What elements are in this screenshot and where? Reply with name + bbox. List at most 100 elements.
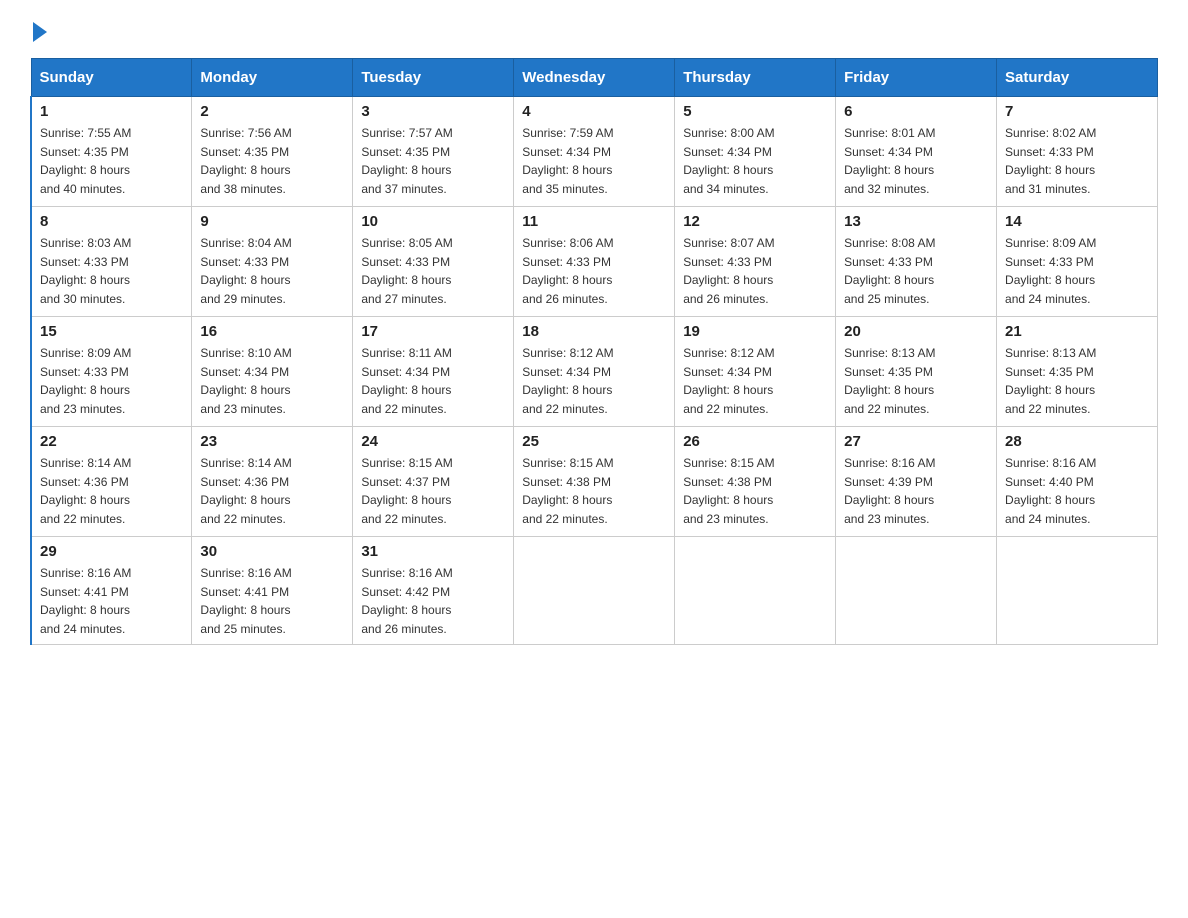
day-info: Sunrise: 8:16 AM Sunset: 4:40 PM Dayligh…: [1005, 454, 1149, 528]
calendar-cell: 31 Sunrise: 8:16 AM Sunset: 4:42 PM Dayl…: [353, 537, 514, 645]
day-number: 13: [844, 213, 988, 230]
calendar-cell: 21 Sunrise: 8:13 AM Sunset: 4:35 PM Dayl…: [997, 317, 1158, 427]
calendar-week-row: 15 Sunrise: 8:09 AM Sunset: 4:33 PM Dayl…: [31, 317, 1158, 427]
day-info: Sunrise: 8:03 AM Sunset: 4:33 PM Dayligh…: [40, 234, 183, 308]
day-number: 3: [361, 103, 505, 120]
calendar-cell: 23 Sunrise: 8:14 AM Sunset: 4:36 PM Dayl…: [192, 427, 353, 537]
day-info: Sunrise: 8:06 AM Sunset: 4:33 PM Dayligh…: [522, 234, 666, 308]
calendar-cell: 17 Sunrise: 8:11 AM Sunset: 4:34 PM Dayl…: [353, 317, 514, 427]
day-number: 10: [361, 213, 505, 230]
day-number: 15: [40, 323, 183, 340]
calendar-week-row: 8 Sunrise: 8:03 AM Sunset: 4:33 PM Dayli…: [31, 207, 1158, 317]
logo: [30, 20, 47, 40]
calendar-cell: 28 Sunrise: 8:16 AM Sunset: 4:40 PM Dayl…: [997, 427, 1158, 537]
calendar-week-row: 1 Sunrise: 7:55 AM Sunset: 4:35 PM Dayli…: [31, 97, 1158, 207]
calendar-cell: 25 Sunrise: 8:15 AM Sunset: 4:38 PM Dayl…: [514, 427, 675, 537]
day-number: 20: [844, 323, 988, 340]
day-number: 19: [683, 323, 827, 340]
calendar-cell: 10 Sunrise: 8:05 AM Sunset: 4:33 PM Dayl…: [353, 207, 514, 317]
day-info: Sunrise: 7:55 AM Sunset: 4:35 PM Dayligh…: [40, 124, 183, 198]
logo-arrow-icon: [33, 22, 47, 42]
calendar-cell: 20 Sunrise: 8:13 AM Sunset: 4:35 PM Dayl…: [836, 317, 997, 427]
day-info: Sunrise: 8:07 AM Sunset: 4:33 PM Dayligh…: [683, 234, 827, 308]
calendar-header-monday: Monday: [192, 59, 353, 97]
calendar-header-sunday: Sunday: [31, 59, 192, 97]
day-number: 29: [40, 543, 183, 560]
day-number: 21: [1005, 323, 1149, 340]
day-info: Sunrise: 8:13 AM Sunset: 4:35 PM Dayligh…: [844, 344, 988, 418]
day-number: 25: [522, 433, 666, 450]
day-number: 17: [361, 323, 505, 340]
calendar-cell: [997, 537, 1158, 645]
calendar-header-thursday: Thursday: [675, 59, 836, 97]
calendar-cell: 30 Sunrise: 8:16 AM Sunset: 4:41 PM Dayl…: [192, 537, 353, 645]
calendar-cell: 27 Sunrise: 8:16 AM Sunset: 4:39 PM Dayl…: [836, 427, 997, 537]
calendar-header-friday: Friday: [836, 59, 997, 97]
day-number: 5: [683, 103, 827, 120]
day-info: Sunrise: 8:02 AM Sunset: 4:33 PM Dayligh…: [1005, 124, 1149, 198]
day-number: 6: [844, 103, 988, 120]
calendar-cell: [675, 537, 836, 645]
calendar-cell: [514, 537, 675, 645]
calendar-cell: 8 Sunrise: 8:03 AM Sunset: 4:33 PM Dayli…: [31, 207, 192, 317]
calendar-header-saturday: Saturday: [997, 59, 1158, 97]
day-info: Sunrise: 7:56 AM Sunset: 4:35 PM Dayligh…: [200, 124, 344, 198]
calendar-cell: 13 Sunrise: 8:08 AM Sunset: 4:33 PM Dayl…: [836, 207, 997, 317]
calendar-cell: 14 Sunrise: 8:09 AM Sunset: 4:33 PM Dayl…: [997, 207, 1158, 317]
day-number: 23: [200, 433, 344, 450]
day-info: Sunrise: 8:15 AM Sunset: 4:38 PM Dayligh…: [522, 454, 666, 528]
day-number: 11: [522, 213, 666, 230]
calendar-week-row: 22 Sunrise: 8:14 AM Sunset: 4:36 PM Dayl…: [31, 427, 1158, 537]
calendar-cell: 7 Sunrise: 8:02 AM Sunset: 4:33 PM Dayli…: [997, 97, 1158, 207]
day-info: Sunrise: 8:16 AM Sunset: 4:42 PM Dayligh…: [361, 564, 505, 638]
day-number: 8: [40, 213, 183, 230]
day-info: Sunrise: 8:13 AM Sunset: 4:35 PM Dayligh…: [1005, 344, 1149, 418]
day-info: Sunrise: 7:57 AM Sunset: 4:35 PM Dayligh…: [361, 124, 505, 198]
day-number: 12: [683, 213, 827, 230]
calendar-cell: 18 Sunrise: 8:12 AM Sunset: 4:34 PM Dayl…: [514, 317, 675, 427]
calendar-cell: 6 Sunrise: 8:01 AM Sunset: 4:34 PM Dayli…: [836, 97, 997, 207]
calendar-cell: 1 Sunrise: 7:55 AM Sunset: 4:35 PM Dayli…: [31, 97, 192, 207]
calendar-week-row: 29 Sunrise: 8:16 AM Sunset: 4:41 PM Dayl…: [31, 537, 1158, 645]
calendar-cell: 9 Sunrise: 8:04 AM Sunset: 4:33 PM Dayli…: [192, 207, 353, 317]
day-info: Sunrise: 8:16 AM Sunset: 4:41 PM Dayligh…: [200, 564, 344, 638]
day-info: Sunrise: 8:14 AM Sunset: 4:36 PM Dayligh…: [40, 454, 183, 528]
calendar-cell: 19 Sunrise: 8:12 AM Sunset: 4:34 PM Dayl…: [675, 317, 836, 427]
day-number: 16: [200, 323, 344, 340]
page-header: [30, 20, 1158, 40]
calendar-cell: 12 Sunrise: 8:07 AM Sunset: 4:33 PM Dayl…: [675, 207, 836, 317]
day-number: 27: [844, 433, 988, 450]
day-number: 22: [40, 433, 183, 450]
day-number: 1: [40, 103, 183, 120]
day-info: Sunrise: 8:12 AM Sunset: 4:34 PM Dayligh…: [522, 344, 666, 418]
calendar-cell: 3 Sunrise: 7:57 AM Sunset: 4:35 PM Dayli…: [353, 97, 514, 207]
calendar-header-tuesday: Tuesday: [353, 59, 514, 97]
calendar-cell: 4 Sunrise: 7:59 AM Sunset: 4:34 PM Dayli…: [514, 97, 675, 207]
calendar-header-row: SundayMondayTuesdayWednesdayThursdayFrid…: [31, 59, 1158, 97]
day-info: Sunrise: 7:59 AM Sunset: 4:34 PM Dayligh…: [522, 124, 666, 198]
day-number: 9: [200, 213, 344, 230]
day-info: Sunrise: 8:04 AM Sunset: 4:33 PM Dayligh…: [200, 234, 344, 308]
calendar-cell: 24 Sunrise: 8:15 AM Sunset: 4:37 PM Dayl…: [353, 427, 514, 537]
day-number: 18: [522, 323, 666, 340]
day-info: Sunrise: 8:15 AM Sunset: 4:37 PM Dayligh…: [361, 454, 505, 528]
day-info: Sunrise: 8:12 AM Sunset: 4:34 PM Dayligh…: [683, 344, 827, 418]
calendar-header-wednesday: Wednesday: [514, 59, 675, 97]
day-info: Sunrise: 8:15 AM Sunset: 4:38 PM Dayligh…: [683, 454, 827, 528]
day-info: Sunrise: 8:08 AM Sunset: 4:33 PM Dayligh…: [844, 234, 988, 308]
day-info: Sunrise: 8:10 AM Sunset: 4:34 PM Dayligh…: [200, 344, 344, 418]
day-number: 14: [1005, 213, 1149, 230]
day-info: Sunrise: 8:16 AM Sunset: 4:39 PM Dayligh…: [844, 454, 988, 528]
calendar-cell: 2 Sunrise: 7:56 AM Sunset: 4:35 PM Dayli…: [192, 97, 353, 207]
day-number: 2: [200, 103, 344, 120]
day-info: Sunrise: 8:09 AM Sunset: 4:33 PM Dayligh…: [40, 344, 183, 418]
day-info: Sunrise: 8:11 AM Sunset: 4:34 PM Dayligh…: [361, 344, 505, 418]
day-info: Sunrise: 8:09 AM Sunset: 4:33 PM Dayligh…: [1005, 234, 1149, 308]
day-number: 31: [361, 543, 505, 560]
day-info: Sunrise: 8:16 AM Sunset: 4:41 PM Dayligh…: [40, 564, 183, 638]
day-number: 7: [1005, 103, 1149, 120]
day-info: Sunrise: 8:14 AM Sunset: 4:36 PM Dayligh…: [200, 454, 344, 528]
day-info: Sunrise: 8:01 AM Sunset: 4:34 PM Dayligh…: [844, 124, 988, 198]
calendar-cell: 15 Sunrise: 8:09 AM Sunset: 4:33 PM Dayl…: [31, 317, 192, 427]
day-number: 24: [361, 433, 505, 450]
